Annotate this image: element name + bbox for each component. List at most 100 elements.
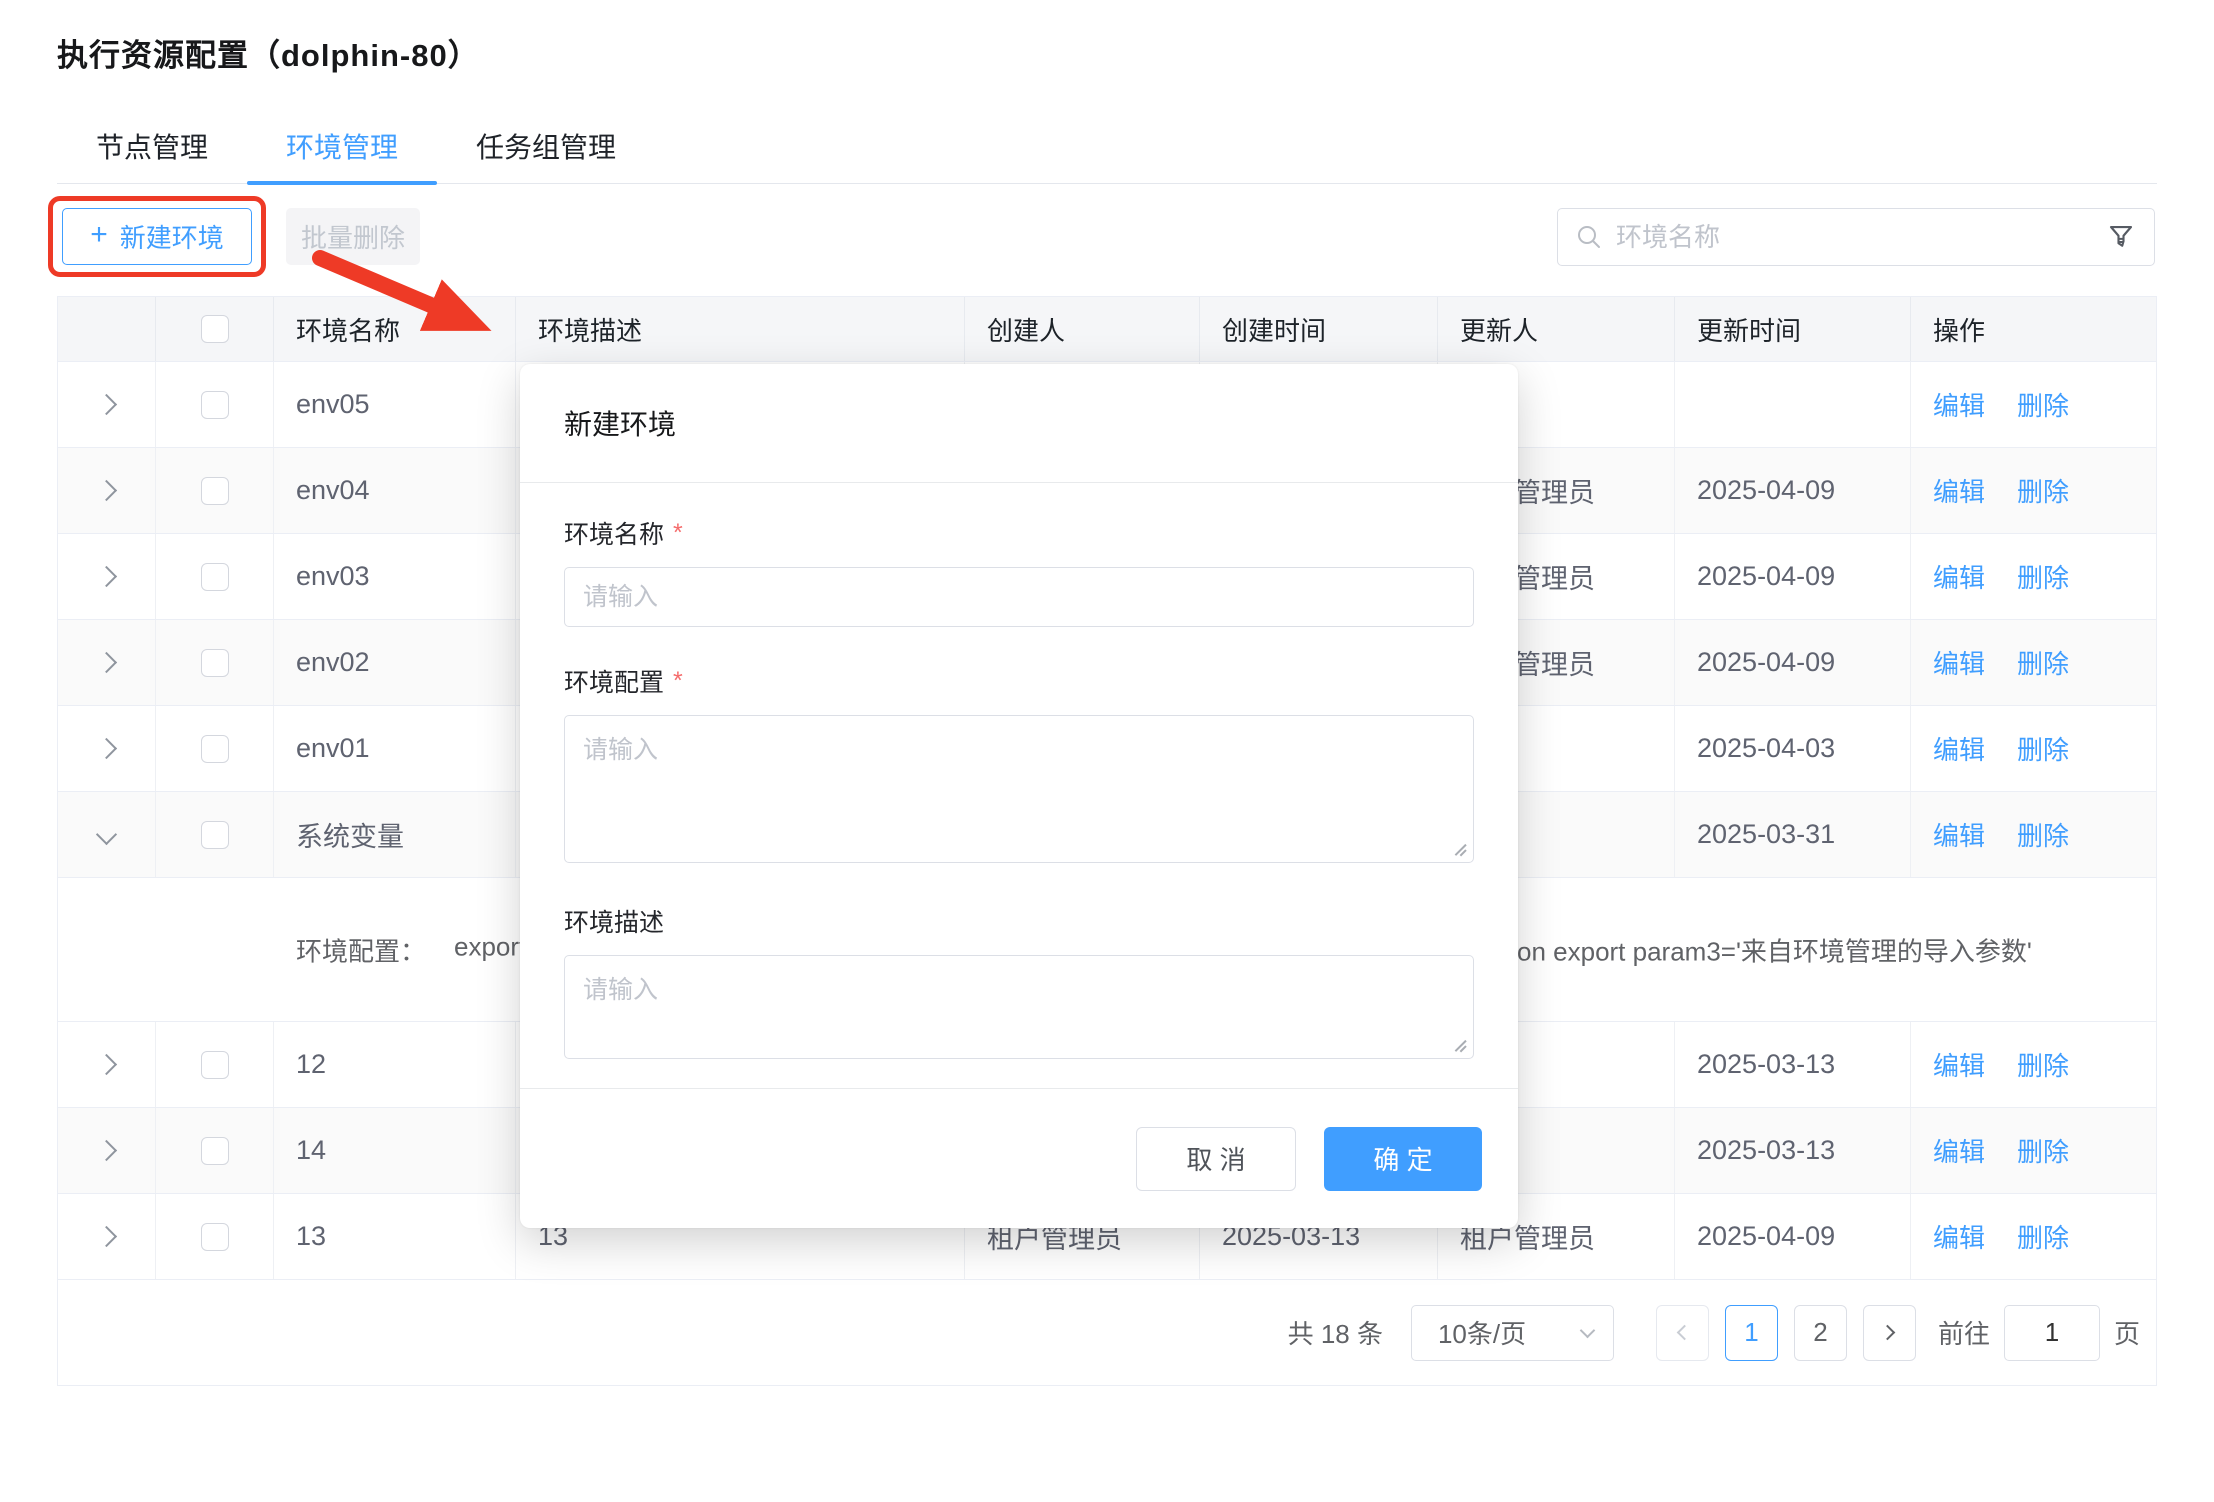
- page-close-button[interactable]: [2128, 40, 2164, 76]
- header-env-desc: 环境描述: [516, 297, 965, 361]
- env-name-cell: 13: [274, 1194, 516, 1279]
- delete-link[interactable]: 删除: [2017, 1046, 2069, 1083]
- total-count: 共 18 条: [1288, 1314, 1383, 1351]
- plus-icon: +: [90, 220, 108, 250]
- page-size-value: 10条/页: [1438, 1314, 1526, 1351]
- goto-page-input[interactable]: [2004, 1305, 2100, 1361]
- expanded-config-right: on export param3='来自环境管理的导入参数': [1517, 931, 2032, 968]
- chevron-right-icon: [96, 394, 117, 415]
- chevron-right-icon: [96, 566, 117, 587]
- delete-link[interactable]: 删除: [2017, 1218, 2069, 1255]
- row-checkbox[interactable]: [201, 821, 229, 849]
- select-all-checkbox[interactable]: [201, 315, 229, 343]
- expand-cell[interactable]: [58, 534, 156, 619]
- chevron-right-icon: [96, 1226, 117, 1247]
- select-cell: [156, 362, 274, 447]
- create-environment-button[interactable]: + 新建环境: [62, 208, 252, 265]
- edit-link[interactable]: 编辑: [1933, 558, 1985, 595]
- delete-link[interactable]: 删除: [2017, 816, 2069, 853]
- expand-cell[interactable]: [58, 362, 156, 447]
- expand-cell[interactable]: [58, 1194, 156, 1279]
- page-button-1[interactable]: 1: [1725, 1305, 1778, 1361]
- delete-link[interactable]: 删除: [2017, 472, 2069, 509]
- actions-cell: 编辑 删除: [1911, 362, 2158, 447]
- select-cell: [156, 706, 274, 791]
- goto-label: 前往: [1938, 1314, 1990, 1351]
- delete-link[interactable]: 删除: [2017, 644, 2069, 681]
- modal-close-button[interactable]: [1444, 408, 1474, 438]
- field-label-env-name: 环境名称 *: [564, 515, 1474, 551]
- page-button-2[interactable]: 2: [1794, 1305, 1847, 1361]
- env-name-cell: 12: [274, 1022, 516, 1107]
- update-time-cell: 2025-04-09: [1675, 1194, 1911, 1279]
- select-cell: [156, 1022, 274, 1107]
- select-cell: [156, 1194, 274, 1279]
- edit-link[interactable]: 编辑: [1933, 1046, 1985, 1083]
- prev-page-button[interactable]: [1656, 1305, 1709, 1361]
- confirm-button[interactable]: 确 定: [1324, 1127, 1482, 1191]
- row-checkbox[interactable]: [201, 563, 229, 591]
- modal-footer: 取 消 确 定: [520, 1088, 1518, 1228]
- row-checkbox[interactable]: [201, 1051, 229, 1079]
- expand-cell[interactable]: [58, 1022, 156, 1107]
- environment-search-box[interactable]: [1557, 208, 2155, 266]
- edit-link[interactable]: 编辑: [1933, 1218, 1985, 1255]
- env-name-cell: 14: [274, 1108, 516, 1193]
- expand-cell[interactable]: [58, 1108, 156, 1193]
- row-checkbox[interactable]: [201, 1137, 229, 1165]
- tab-node-management[interactable]: 节点管理: [57, 108, 247, 183]
- field-label-env-desc: 环境描述: [564, 903, 1474, 939]
- row-checkbox[interactable]: [201, 477, 229, 505]
- row-checkbox[interactable]: [201, 1223, 229, 1251]
- edit-link[interactable]: 编辑: [1933, 1132, 1985, 1169]
- header-select-all: [156, 297, 274, 361]
- chevron-right-icon: [96, 480, 117, 501]
- row-checkbox[interactable]: [201, 391, 229, 419]
- expand-cell[interactable]: [58, 792, 156, 877]
- env-name-cell: env04: [274, 448, 516, 533]
- edit-link[interactable]: 编辑: [1933, 730, 1985, 767]
- edit-link[interactable]: 编辑: [1933, 472, 1985, 509]
- delete-link[interactable]: 删除: [2017, 386, 2069, 423]
- chevron-down-icon: [96, 824, 117, 845]
- delete-link[interactable]: 删除: [2017, 558, 2069, 595]
- next-page-button[interactable]: [1863, 1305, 1916, 1361]
- row-checkbox[interactable]: [201, 649, 229, 677]
- field-label-env-config: 环境配置 *: [564, 663, 1474, 699]
- search-input[interactable]: [1616, 222, 2092, 253]
- select-cell: [156, 1108, 274, 1193]
- expand-cell[interactable]: [58, 706, 156, 791]
- header-creator: 创建人: [965, 297, 1200, 361]
- page-unit-label: 页: [2114, 1314, 2140, 1351]
- chevron-right-icon: [96, 652, 117, 673]
- select-cell: [156, 792, 274, 877]
- cancel-button[interactable]: 取 消: [1136, 1127, 1296, 1191]
- update-time-cell: 2025-04-09: [1675, 620, 1911, 705]
- update-time-cell: 2025-04-09: [1675, 534, 1911, 619]
- env-desc-textarea[interactable]: [564, 955, 1474, 1059]
- delete-link[interactable]: 删除: [2017, 730, 2069, 767]
- edit-link[interactable]: 编辑: [1933, 644, 1985, 681]
- chevron-right-icon: [96, 1054, 117, 1075]
- expand-cell[interactable]: [58, 448, 156, 533]
- page-size-select[interactable]: 10条/页: [1411, 1305, 1614, 1361]
- env-name-cell: env05: [274, 362, 516, 447]
- edit-link[interactable]: 编辑: [1933, 816, 1985, 853]
- update-time-cell: 2025-03-13: [1675, 1022, 1911, 1107]
- create-environment-modal: 新建环境 环境名称 * 环境配置 * 环境描述: [520, 364, 1518, 1228]
- row-checkbox[interactable]: [201, 735, 229, 763]
- required-asterisk: *: [673, 667, 683, 696]
- tab-environment-management[interactable]: 环境管理: [247, 108, 437, 183]
- chevron-down-icon: [1580, 1322, 1596, 1338]
- filter-funnel-icon[interactable]: [2106, 222, 2136, 252]
- expand-cell[interactable]: [58, 620, 156, 705]
- table-header-row: 环境名称 环境描述 创建人 创建时间 更新人 更新时间 操作: [58, 297, 2156, 361]
- tab-task-group-management[interactable]: 任务组管理: [437, 108, 655, 183]
- env-name-input[interactable]: [564, 567, 1474, 627]
- env-config-textarea[interactable]: [564, 715, 1474, 863]
- batch-delete-button[interactable]: 批量删除: [286, 208, 420, 265]
- delete-link[interactable]: 删除: [2017, 1132, 2069, 1169]
- edit-link[interactable]: 编辑: [1933, 386, 1985, 423]
- select-cell: [156, 448, 274, 533]
- modal-header: 新建环境: [520, 364, 1518, 483]
